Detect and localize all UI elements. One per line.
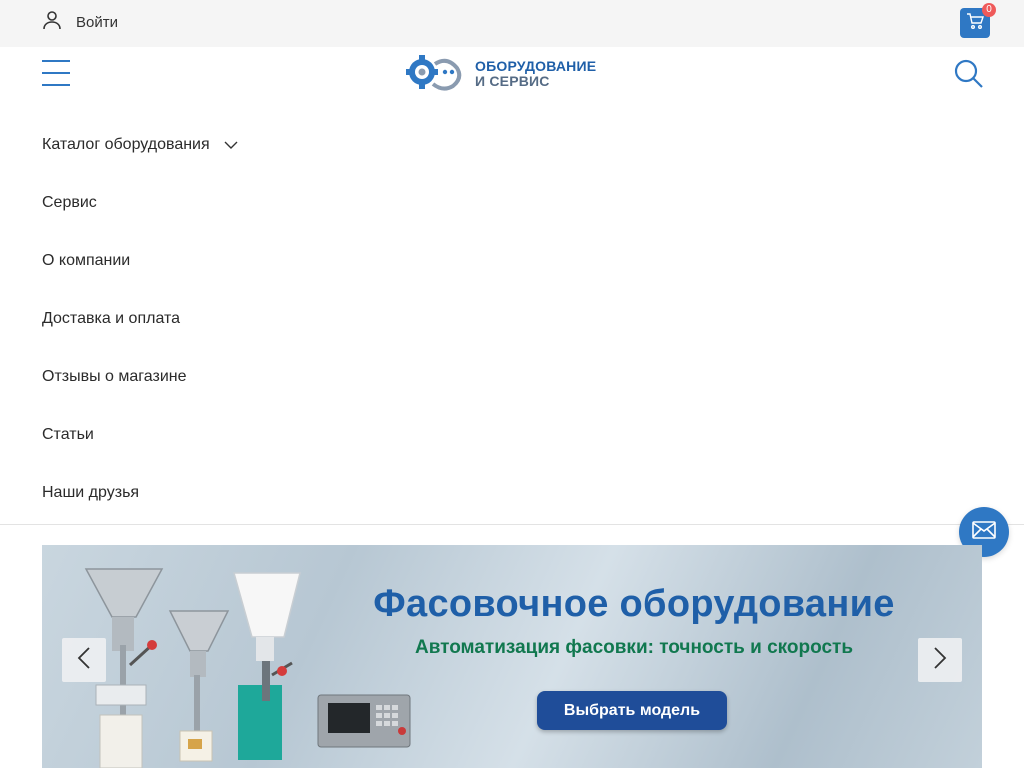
logo-text-line1: ОБОРУДОВАНИЕ — [475, 58, 597, 74]
nav-item-catalog[interactable]: Каталог оборудования — [42, 116, 462, 174]
login-label: Войти — [76, 13, 118, 31]
cart-count-badge: 0 — [982, 3, 996, 17]
divider — [0, 524, 1024, 525]
nav-item-articles[interactable]: Статьи — [42, 406, 462, 464]
login-link[interactable]: Войти — [42, 10, 118, 35]
site-logo[interactable]: ОБОРУДОВАНИЕ И СЕРВИС — [405, 52, 625, 96]
main-nav-menu: Каталог оборудования Сервис О компании Д… — [42, 116, 462, 522]
nav-item-service[interactable]: Сервис — [42, 174, 462, 232]
search-button[interactable] — [953, 58, 985, 90]
mail-icon — [972, 520, 996, 544]
nav-item-about[interactable]: О компании — [42, 232, 462, 290]
banner-subtitle: Автоматизация фасовки: точность и скорос… — [414, 637, 854, 658]
top-bar: Войти 0 — [0, 0, 1024, 47]
slider-next-button[interactable] — [918, 638, 962, 682]
nav-item-reviews[interactable]: Отзывы о магазине — [42, 348, 462, 406]
nav-item-delivery[interactable]: Доставка и оплата — [42, 290, 462, 348]
gear-logo-icon — [405, 50, 467, 99]
chevron-left-icon — [77, 646, 91, 675]
cart-icon — [966, 12, 984, 34]
hamburger-menu-button[interactable] — [42, 58, 70, 88]
chevron-right-icon — [933, 646, 947, 675]
promo-banner-slider[interactable]: Фасовочное оборудование Автоматизация фа… — [42, 545, 982, 768]
search-icon — [953, 59, 985, 94]
user-icon — [42, 10, 62, 35]
banner-title: Фасовочное оборудование — [373, 583, 895, 625]
slider-prev-button[interactable] — [62, 638, 106, 682]
logo-text-line2: И СЕРВИС — [475, 73, 550, 89]
chevron-down-icon[interactable] — [224, 141, 238, 149]
cart-button[interactable]: 0 — [960, 3, 996, 38]
nav-item-friends[interactable]: Наши друзья — [42, 464, 462, 522]
hamburger-icon — [42, 60, 70, 62]
choose-model-button[interactable]: Выбрать модель — [537, 691, 727, 730]
